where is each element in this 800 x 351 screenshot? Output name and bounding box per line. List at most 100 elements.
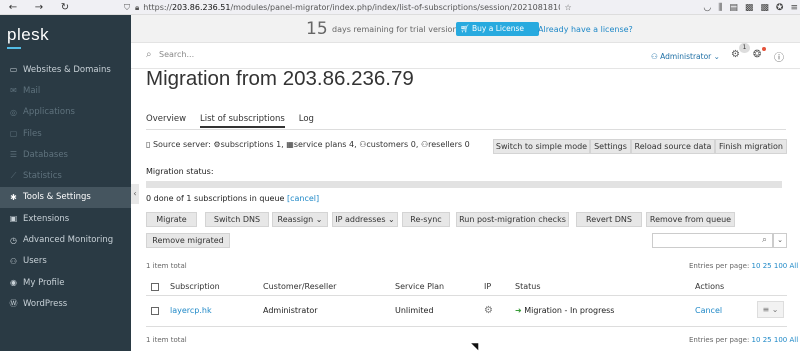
filter-dropdown-button[interactable]: ⌄ xyxy=(773,233,787,248)
entries-10[interactable]: 10 xyxy=(752,336,761,344)
sidebar-item-label: Tools & Settings xyxy=(23,192,91,203)
remove-from-queue-button[interactable]: Remove from queue xyxy=(646,212,735,227)
sidebar-item-mail[interactable]: ✉ Mail xyxy=(0,80,131,101)
applications-icon: ◎ xyxy=(10,107,17,117)
tab-list-of-subscriptions[interactable]: List of subscriptions xyxy=(200,114,285,128)
trial-days: 15 xyxy=(306,19,328,39)
sidebar-item-websites-domains[interactable]: ▭ Websites & Domains xyxy=(0,59,131,80)
sidebar-item-label: Applications xyxy=(23,107,75,118)
migration-progress-bar xyxy=(146,181,782,188)
reassign-button[interactable]: Reassign ⌄ xyxy=(272,212,328,227)
already-license-link[interactable]: Already have a license? xyxy=(538,25,633,34)
sidebar-toggle-icon[interactable]: ▤ xyxy=(729,3,738,13)
remove-migrated-button[interactable]: Remove migrated xyxy=(146,233,230,248)
sidebar-item-label: Files xyxy=(23,128,42,139)
entries-100[interactable]: 100 xyxy=(774,262,787,270)
sidebar: plesk ▭ Websites & Domains ✉ Mail ◎ Applicati… xyxy=(0,15,131,351)
sidebar-item-databases[interactable]: ☰ Databases xyxy=(0,144,131,165)
sidebar-item-label: Statistics xyxy=(23,171,62,182)
forward-icon[interactable]: → xyxy=(26,2,52,13)
arrow-right-icon: ➜ xyxy=(515,306,522,315)
sidebar-item-my-profile[interactable]: ◉ My Profile xyxy=(0,272,131,293)
extension3-icon[interactable]: ✪ xyxy=(776,3,784,13)
customer-cell: Administrator xyxy=(263,306,318,315)
entries-all[interactable]: All xyxy=(789,336,798,344)
sidebar-item-label: Advanced Monitoring xyxy=(23,235,114,246)
reload-icon[interactable]: ↻ xyxy=(52,2,78,13)
switch-dns-button[interactable]: Switch DNS xyxy=(205,212,269,227)
run-post-migration-checks-button[interactable]: Run post-migration checks xyxy=(456,212,569,227)
plesk-logo[interactable]: plesk xyxy=(7,25,49,45)
tab-overview[interactable]: Overview xyxy=(146,114,186,128)
url-domain: 203.86.236.51 xyxy=(171,3,231,12)
search-icon: ⌕ xyxy=(146,49,152,60)
suggestions-icon[interactable]: ❂ xyxy=(753,49,761,60)
back-icon[interactable]: ← xyxy=(0,2,26,13)
entries-all[interactable]: All xyxy=(789,262,798,270)
entries-25[interactable]: 25 xyxy=(763,336,772,344)
sidebar-item-statistics[interactable]: ⟋ Statistics xyxy=(0,165,131,186)
entries-per-page-bottom: Entries per page: 10 25 100 All xyxy=(689,336,799,344)
select-all-checkbox[interactable] xyxy=(151,283,159,291)
library-icon[interactable]: ⫼ xyxy=(718,3,722,13)
sidebar-item-files[interactable]: ▢ Files xyxy=(0,123,131,144)
switch-simple-mode-button[interactable]: Switch to simple mode xyxy=(493,139,590,154)
mouse-cursor xyxy=(471,339,482,351)
url-path: /modules/panel-migrator/index.php/index/… xyxy=(230,3,561,12)
menu-icon[interactable]: ≡ xyxy=(790,3,798,13)
user-menu[interactable]: ⚇ Administrator ⌄ xyxy=(651,52,720,61)
sidebar-item-tools-settings[interactable]: ✱ Tools & Settings xyxy=(0,186,131,209)
top-bar: ⌕ Search... ⚇ Administrator ⌄ ⚙ 1 ❂ ⓘ xyxy=(131,43,800,69)
sidebar-item-label: Extensions xyxy=(23,213,70,224)
extension2-icon[interactable]: ▩ xyxy=(760,3,769,13)
col-service-plan[interactable]: Service Plan xyxy=(395,282,444,291)
items-total-bottom: 1 item total xyxy=(146,336,187,344)
collapse-sidebar-button[interactable]: ‹ xyxy=(131,184,139,204)
row-menu-button[interactable]: ≡ ⌄ xyxy=(757,301,784,318)
source-server-info: ▯ Source server: ⚙subscriptions 1, ▦serv… xyxy=(146,140,470,149)
table-header: Subscription Customer/Reseller Service P… xyxy=(146,277,787,296)
ip-gear-icon[interactable]: ⚙ xyxy=(484,305,493,316)
notifications-icon[interactable]: ⚙ xyxy=(731,49,740,60)
sidebar-item-advanced-monitoring[interactable]: ◷ Advanced Monitoring xyxy=(0,229,131,250)
sidebar-item-users[interactable]: ⚇ Users xyxy=(0,251,131,272)
extensions-icon: ▣ xyxy=(9,214,18,224)
server-icon: ▯ xyxy=(146,140,151,149)
items-total: 1 item total xyxy=(146,262,187,270)
entries-10[interactable]: 10 xyxy=(752,262,761,270)
address-bar[interactable]: ⛉ 🔒︎ https://203.86.236.51/modules/panel… xyxy=(124,0,572,15)
statistics-icon: ⟋ xyxy=(10,171,17,181)
help-icon[interactable]: ⓘ xyxy=(774,49,784,64)
monitoring-icon: ◷ xyxy=(10,235,17,245)
migrate-button[interactable]: Migrate xyxy=(146,212,197,227)
pocket-icon[interactable]: ◡ xyxy=(703,3,711,13)
resync-button[interactable]: Re-sync xyxy=(402,212,450,227)
cancel-queue-link[interactable]: [cancel] xyxy=(287,194,319,203)
ip-addresses-button[interactable]: IP addresses ⌄ xyxy=(332,212,398,227)
tab-log[interactable]: Log xyxy=(299,114,314,128)
reload-source-data-button[interactable]: Reload source data xyxy=(631,139,715,154)
entries-25[interactable]: 25 xyxy=(763,262,772,270)
entries-100[interactable]: 100 xyxy=(774,336,787,344)
globe-icon: ▭ xyxy=(9,65,18,75)
sidebar-item-extensions[interactable]: ▣ Extensions xyxy=(0,208,131,229)
settings-button[interactable]: Settings xyxy=(590,139,631,154)
sidebar-item-wordpress[interactable]: Ⓦ WordPress xyxy=(0,293,131,314)
sidebar-item-applications[interactable]: ◎ Applications xyxy=(0,102,131,123)
logo-underline xyxy=(7,47,21,49)
list-search-input[interactable]: ⌕ xyxy=(652,233,773,248)
revert-dns-button[interactable]: Revert DNS xyxy=(576,212,642,227)
col-customer[interactable]: Customer/Reseller xyxy=(263,282,336,291)
subscription-link[interactable]: layercp.hk xyxy=(170,306,212,315)
col-subscription[interactable]: Subscription xyxy=(170,282,220,291)
user-icon: ⚇ xyxy=(651,52,661,61)
search-input[interactable]: Search... xyxy=(159,50,194,59)
sidebar-menu: ▭ Websites & Domains ✉ Mail ◎ Applications ▢ Fi… xyxy=(0,59,131,315)
row-checkbox[interactable] xyxy=(151,307,159,315)
sidebar-item-label: Websites & Domains xyxy=(23,64,111,75)
bookmark-star-icon[interactable]: ☆ xyxy=(564,3,571,12)
row-cancel-link[interactable]: Cancel xyxy=(695,306,722,315)
buy-license-button[interactable]: 🛒︎ Buy a License xyxy=(456,22,539,36)
finish-migration-button[interactable]: Finish migration xyxy=(715,139,787,154)
extension-icon[interactable]: ▩ xyxy=(745,3,754,13)
